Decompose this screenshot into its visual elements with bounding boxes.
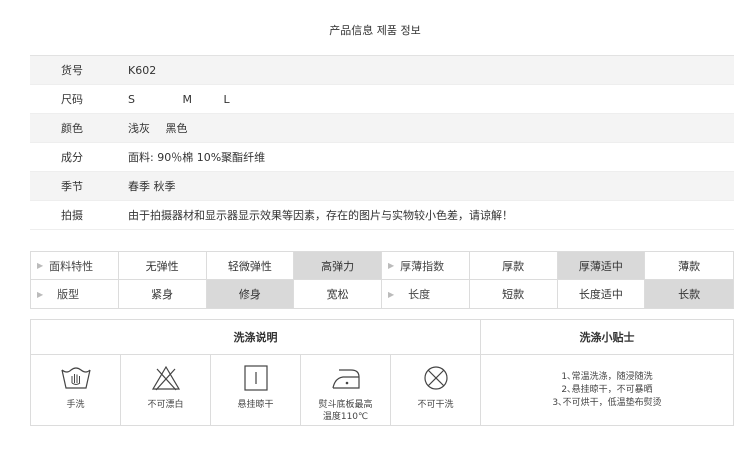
care-item-no-dry-clean: 不可干洗 xyxy=(391,355,480,425)
info-row-size: 尺码 S M L xyxy=(30,85,734,114)
triangle-right-icon: ▶ xyxy=(37,261,44,270)
feature-option: 长度适中 xyxy=(558,280,646,308)
iron-icon xyxy=(331,369,360,389)
info-value: 春季 秋季 xyxy=(128,180,176,193)
care-item-hang-dry: 悬挂晾干 xyxy=(211,355,301,425)
wash-instructions-header: 洗涤说明 xyxy=(31,320,480,355)
feature-table: ▶ 面料特性 无弹性 轻微弹性 高弹力 ▶ 厚薄指数 厚款 厚薄适中 薄款 ▶ 版型 … xyxy=(30,251,734,309)
no-bleach-icon xyxy=(151,365,180,391)
feature-header-length: ▶ 长度 xyxy=(382,280,470,308)
info-value: 面料: 90％棉 10%聚酯纤维 xyxy=(128,151,266,164)
feature-option-selected: 高弹力 xyxy=(294,252,383,279)
info-label: 成分 xyxy=(61,151,83,164)
feature-option: 短款 xyxy=(470,280,558,308)
care-caption: 手洗 xyxy=(66,400,85,410)
tip-item: 1､常温洗涤，随浸随洗 xyxy=(561,371,653,382)
size-l: L xyxy=(223,92,230,106)
color-option: 黑色 xyxy=(165,122,188,135)
triangle-right-icon: ▶ xyxy=(388,261,395,270)
tip-item: 3､不可烘干，低温垫布熨烫 xyxy=(552,397,662,408)
triangle-right-icon: ▶ xyxy=(37,289,44,299)
product-info-table: 货号 K602 尺码 S M L 颜色 浅灰 黑色 成分 面料: 90％棉 10… xyxy=(30,55,734,230)
feature-option: 无弹性 xyxy=(119,252,207,279)
info-label: 尺码 xyxy=(61,93,83,106)
color-option: 浅灰 xyxy=(128,122,150,135)
info-label: 颜色 xyxy=(61,122,83,135)
hang-dry-icon xyxy=(243,365,268,391)
size-s: S xyxy=(128,92,135,106)
wash-tips: 洗涤小贴士 1､常温洗涤，随浸随洗 2､悬挂晾干，不可暴晒 3､不可烘干，低温垫… xyxy=(481,320,733,425)
info-row-photo: 拍摄 由于拍摄器材和显示器显示效果等因素，存在的图片与实物较小色差，请谅解！ xyxy=(30,201,734,230)
care-caption: 熨斗底板最高 温度110℃ xyxy=(318,400,373,422)
feature-option-selected: 厚薄适中 xyxy=(557,252,646,279)
wash-tips-list: 1､常温洗涤，随浸随洗 2､悬挂晾干，不可暴晒 3､不可烘干，低温垫布熨烫 xyxy=(481,355,733,425)
feature-option: 薄款 xyxy=(678,259,701,273)
info-value: K602 xyxy=(128,63,157,77)
feature-row-fabric: ▶ 面料特性 无弹性 轻微弹性 高弹力 ▶ 厚薄指数 厚款 厚薄适中 薄款 xyxy=(31,252,733,280)
feature-option: 紧身 xyxy=(119,280,207,308)
info-label: 季节 xyxy=(61,180,83,193)
tip-item: 2､悬挂晾干，不可暴晒 xyxy=(561,384,653,395)
care-item-no-bleach: 不可漂白 xyxy=(121,355,211,425)
info-label: 拍摄 xyxy=(61,209,83,222)
care-icons-row: 手洗 不可漂白 悬挂晾干 熨斗底板最高 温度110℃ 不可干洗 xyxy=(31,355,480,425)
care-caption: 不可干洗 xyxy=(417,400,454,410)
size-m: M xyxy=(182,92,192,106)
info-row-season: 季节 春季 秋季 xyxy=(30,172,734,201)
feature-header-fit: ▶ 版型 xyxy=(31,280,119,308)
feature-option: 厚款 xyxy=(470,252,558,279)
info-row-color: 颜色 浅灰 黑色 xyxy=(30,114,734,143)
care-item-hand-wash: 手洗 xyxy=(31,355,121,425)
info-value: S M L xyxy=(128,93,734,106)
wash-tips-header: 洗涤小贴士 xyxy=(481,320,733,355)
info-row-material: 成分 面料: 90％棉 10%聚酯纤维 xyxy=(30,143,734,172)
feature-option: 轻微弹性 xyxy=(207,252,295,279)
feature-option: 宽松 xyxy=(294,280,383,308)
feature-option-selected: 修身 xyxy=(206,280,295,308)
info-value: 由于拍摄器材和显示器显示效果等因素，存在的图片与实物较小色差，请谅解！ xyxy=(128,209,513,222)
wash-instructions: 洗涤说明 手洗 不可漂白 悬挂晾干 熨斗底板最高 温度110℃ 不可干洗 xyxy=(31,320,481,425)
hand-wash-icon xyxy=(60,367,91,389)
feature-header-thickness: ▶ 厚薄指数 xyxy=(382,252,470,279)
care-section: 洗涤说明 手洗 不可漂白 悬挂晾干 熨斗底板最高 温度110℃ 不可干洗 洗涤小… xyxy=(30,319,734,426)
triangle-right-icon: ▶ xyxy=(388,289,395,299)
page-title: 产品信息 제품 정보 xyxy=(329,24,421,37)
info-label: 货号 xyxy=(61,64,83,77)
feature-option-selected: 长款 xyxy=(645,280,734,308)
care-caption: 不可漂白 xyxy=(147,400,184,410)
no-tumble-dry-icon xyxy=(423,366,448,390)
feature-header-fabric: ▶ 面料特性 xyxy=(31,252,119,279)
info-row-sku: 货号 K602 xyxy=(30,56,734,85)
care-item-iron: 熨斗底板最高 温度110℃ xyxy=(301,355,391,425)
care-caption: 悬挂晾干 xyxy=(237,400,274,410)
feature-row-fit: ▶ 版型 紧身 修身 宽松 ▶ 长度 短款 长度适中 长款 xyxy=(31,280,734,308)
info-value: 浅灰 黑色 xyxy=(128,120,734,136)
